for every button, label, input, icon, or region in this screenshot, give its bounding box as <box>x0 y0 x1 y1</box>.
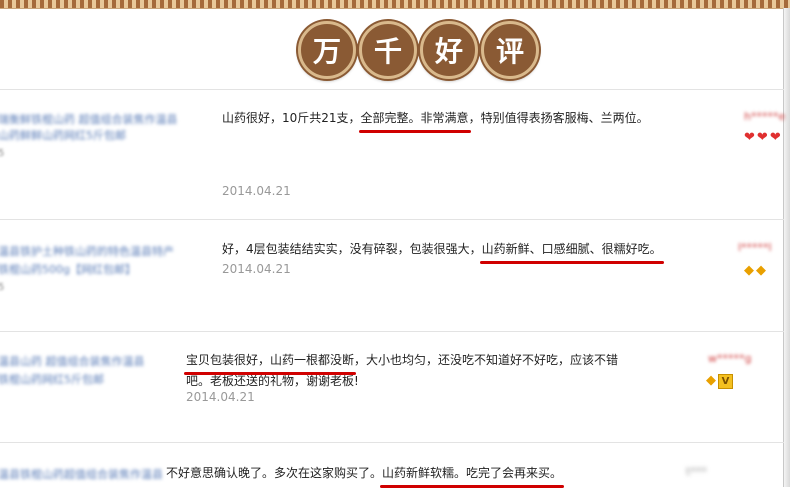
banner-char: 万 <box>298 21 356 79</box>
product-link[interactable]: 温县铁护土种铁山药的特色温县特产 <box>0 244 174 260</box>
product-link[interactable]: 铁棍山药网红5斤包邮 <box>0 372 104 388</box>
product-rating: 5 <box>0 282 5 293</box>
review-date: 2014.04.21 <box>222 262 291 276</box>
product-link[interactable]: 铁棍山药500g【网红包邮】 <box>0 262 136 278</box>
product-link[interactable]: 瑞衡鲜铁棍山药 超值组合装焦作温县 <box>0 112 178 128</box>
review-highlight: 山药新鲜、口感细腻、很糯好吃。 <box>479 239 664 264</box>
review-text-part: 山药很好，10斤共21支， <box>222 111 361 125</box>
review-row: 温县铁护土种铁山药的特色温县特产 铁棍山药500g【网红包邮】 5 好，4层包装… <box>0 220 784 331</box>
buyer-credit-badges: ◆ ◆ <box>744 264 766 277</box>
product-link[interactable]: 温县铁棍山药超值组合装焦作温县 <box>0 467 163 483</box>
review-text-part: 吧。老板还送的礼物，谢谢老板! <box>186 374 359 388</box>
review-highlight: 山药新鲜软糯。吃完了会再来买。 <box>380 463 565 488</box>
heart-icon: ❤ <box>756 130 768 145</box>
banner-char: 好 <box>420 21 478 79</box>
review-text-part: 不好意思确认晚了。多次在这家购买了。 <box>166 466 383 480</box>
diamond-icon: ◆ <box>744 263 754 278</box>
review-highlight: 全部完整。非常满意 <box>358 108 471 133</box>
review-highlight: 宝贝包装很好，山药一根都没断 <box>183 350 357 375</box>
review-text: 山药很好，10斤共21支，全部完整。非常满意，特别值得表扬客服梅、兰两位。 <box>222 108 649 133</box>
review-text-part: 好，4层包装结结实实，没有碎裂，包装很强大， <box>222 242 482 256</box>
reviewer-name[interactable]: t*** <box>686 465 707 478</box>
review-row: 瑞衡鲜铁棍山药 超值组合装焦作温县 山药鲜鲜山药网红5斤包邮 5 山药很好，10… <box>0 90 785 219</box>
review-text-part: ，大小也均匀，还没吃不知道好不好吃，应该不错 <box>354 353 619 367</box>
review-row: 温县铁棍山药超值组合装焦作温县 不好意思确认晚了。多次在这家购买了。山药新鲜软糯… <box>0 443 784 488</box>
review-text: 不好意思确认晚了。多次在这家购买了。山药新鲜软糯。吃完了会再来买。 <box>166 463 565 488</box>
decorative-top-border <box>0 0 790 9</box>
review-text: 好，4层包装结结实实，没有碎裂，包装很强大，山药新鲜、口感细腻、很糯好吃。 <box>222 239 664 264</box>
scrollbar[interactable] <box>783 8 790 487</box>
banner-title: 万 千 好 评 <box>298 19 539 79</box>
product-rating: 5 <box>0 148 5 159</box>
review-date: 2014.04.21 <box>222 184 291 198</box>
reviewer-name[interactable]: l*****l <box>738 241 772 254</box>
product-link[interactable]: 温县山药 超值组合装焦作温县 <box>0 354 145 370</box>
review-text-part: ，特别值得表扬客服梅、兰两位。 <box>468 111 649 125</box>
buyer-credit-badges: ◆ V <box>706 374 733 389</box>
review-text: 宝贝包装很好，山药一根都没断，大小也均匀，还没吃不知道好不好吃，应该不错 吧。老… <box>183 350 619 392</box>
heart-icon: ❤ <box>769 130 781 145</box>
buyer-credit-badges: ❤ ❤ ❤ <box>744 131 781 144</box>
banner-char: 评 <box>481 21 539 79</box>
review-date: 2014.04.21 <box>186 390 255 404</box>
reviewer-name[interactable]: w*****g <box>708 352 751 365</box>
diamond-icon: ◆ <box>706 373 716 388</box>
review-row: 温县山药 超值组合装焦作温县 铁棍山药网红5斤包邮 宝贝包装很好，山药一根都没断… <box>0 332 784 442</box>
reviewer-name[interactable]: h*****e <box>744 110 785 123</box>
diamond-icon: ◆ <box>756 263 766 278</box>
product-link[interactable]: 山药鲜鲜山药网红5斤包邮 <box>0 128 126 144</box>
banner-char: 千 <box>359 21 417 79</box>
vip-icon: V <box>718 374 733 389</box>
heart-icon: ❤ <box>744 130 755 145</box>
